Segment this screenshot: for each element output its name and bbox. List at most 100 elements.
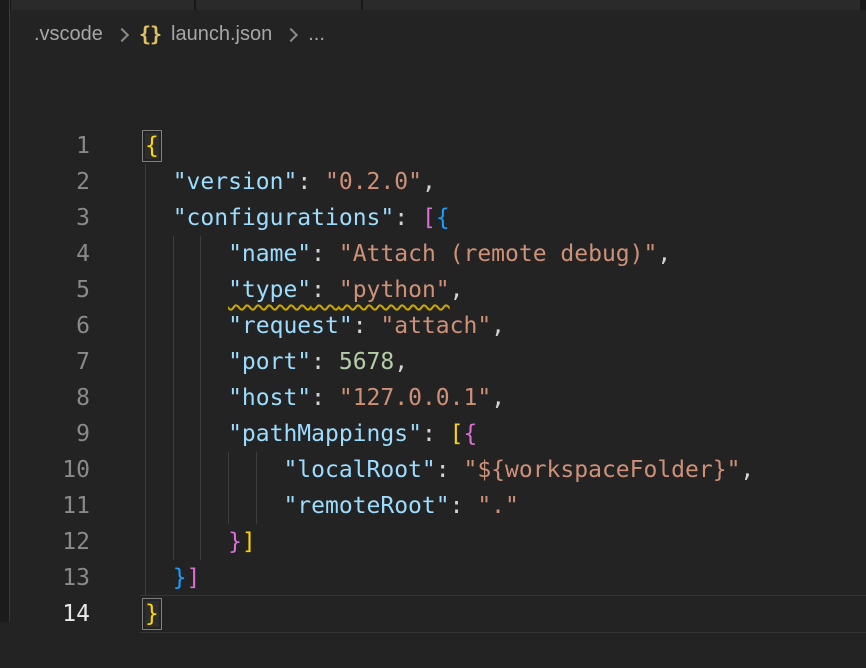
code-text: }] (90, 524, 256, 560)
breadcrumb-item-folder[interactable]: .vscode (34, 23, 103, 46)
code-token: "." (477, 493, 519, 519)
code-line[interactable]: 12 }] (10, 524, 866, 560)
indent-guide (173, 452, 201, 488)
code-text: "host": "127.0.0.1", (90, 380, 505, 416)
code-token: , (740, 457, 754, 483)
indent-guide (145, 344, 173, 380)
chevron-right-icon (115, 28, 127, 40)
code-line[interactable]: 2 "version": "0.2.0", (10, 164, 866, 200)
indent-guide (256, 488, 284, 524)
indent-guide (145, 236, 173, 272)
code-token: { (436, 205, 450, 231)
indent-guide (173, 488, 201, 524)
line-number[interactable]: 9 (10, 416, 90, 452)
breadcrumb: .vscode {} launch.json ... (10, 12, 866, 56)
code-line[interactable]: 14} (10, 596, 866, 632)
code-token: : (422, 421, 450, 447)
code-line[interactable]: 7 "port": 5678, (10, 344, 866, 380)
indent-guide (145, 560, 173, 596)
breadcrumb-ellipsis[interactable]: ... (308, 23, 325, 46)
code-token: ] (187, 565, 201, 591)
line-number[interactable]: 11 (10, 488, 90, 524)
indent-guide (173, 308, 201, 344)
code-token: [ (450, 421, 464, 447)
code-line[interactable]: 5 "type": "python", (10, 272, 866, 308)
code-line[interactable]: 13 }] (10, 560, 866, 596)
line-number[interactable]: 10 (10, 452, 90, 488)
code-line[interactable]: 6 "request": "attach", (10, 308, 866, 344)
indent-guide (173, 272, 201, 308)
json-braces-icon: {} (139, 22, 161, 46)
code-token: 5678 (339, 349, 394, 375)
indent-guide (173, 236, 201, 272)
code-token: } (173, 565, 187, 591)
code-token: : (311, 241, 339, 267)
code-line[interactable]: 11 "remoteRoot": "." (10, 488, 866, 524)
indent-guide (145, 452, 173, 488)
indent-guide (200, 236, 228, 272)
indent-guide (145, 200, 173, 236)
code-token: , (394, 349, 408, 375)
tab-bar-strip[interactable] (0, 0, 866, 10)
indent-guide (145, 416, 173, 452)
code-token: : (394, 205, 422, 231)
code-token: } (228, 529, 242, 555)
indent-guide (173, 524, 201, 560)
code-text: "version": "0.2.0", (90, 164, 436, 200)
code-area: 1{2 "version": "0.2.0",3 "configurations… (10, 128, 866, 632)
breadcrumb-item-file[interactable]: launch.json (171, 23, 272, 46)
line-number[interactable]: 12 (10, 524, 90, 560)
line-number[interactable]: 2 (10, 164, 90, 200)
indent-guide (200, 272, 228, 308)
tab-strip-end (860, 0, 866, 10)
code-editor[interactable]: 1{2 "version": "0.2.0",3 "configurations… (10, 56, 866, 622)
indent-guide (200, 380, 228, 416)
code-text: "configurations": [{ (90, 200, 450, 236)
code-token: "attach" (380, 313, 491, 339)
code-text: "name": "Attach (remote debug)", (90, 236, 671, 272)
tab-separator (361, 0, 363, 10)
line-number[interactable]: 1 (10, 128, 90, 164)
code-token: : (353, 313, 381, 339)
indent-guide (256, 452, 284, 488)
code-text: "remoteRoot": "." (90, 488, 519, 524)
code-line[interactable]: 3 "configurations": [{ (10, 200, 866, 236)
line-number[interactable]: 7 (10, 344, 90, 380)
indent-guide (200, 452, 228, 488)
code-token: "type" (228, 277, 311, 303)
code-token: [ (422, 205, 436, 231)
code-token: "0.2.0" (325, 169, 422, 195)
indent-guide (145, 380, 173, 416)
code-line[interactable]: 9 "pathMappings": [{ (10, 416, 866, 452)
code-token: : (311, 277, 339, 303)
code-line[interactable]: 4 "name": "Attach (remote debug)", (10, 236, 866, 272)
code-text: { (90, 128, 159, 164)
indent-guide (145, 272, 173, 308)
code-text: "port": 5678, (90, 344, 408, 380)
code-token: { (464, 421, 478, 447)
indent-guide (228, 488, 256, 524)
line-number[interactable]: 3 (10, 200, 90, 236)
line-number[interactable]: 8 (10, 380, 90, 416)
indent-guide (228, 452, 256, 488)
line-number[interactable]: 14 (10, 596, 90, 632)
code-token: , (657, 241, 671, 267)
warning-squiggle: "type": "python" (228, 277, 450, 303)
indent-guide (200, 524, 228, 560)
line-number[interactable]: 4 (10, 236, 90, 272)
code-line[interactable]: 8 "host": "127.0.0.1", (10, 380, 866, 416)
code-token: : (311, 385, 339, 411)
code-line[interactable]: 1{ (10, 128, 866, 164)
code-token: , (450, 277, 464, 303)
line-number[interactable]: 6 (10, 308, 90, 344)
left-rail (0, 0, 10, 622)
line-number[interactable]: 13 (10, 560, 90, 596)
code-token: "remoteRoot" (283, 493, 449, 519)
indent-guide (145, 164, 173, 200)
code-token: "configurations" (173, 205, 395, 231)
code-token: , (491, 385, 505, 411)
indent-guide (200, 308, 228, 344)
code-line[interactable]: 10 "localRoot": "${workspaceFolder}", (10, 452, 866, 488)
code-text: "localRoot": "${workspaceFolder}", (90, 452, 754, 488)
line-number[interactable]: 5 (10, 272, 90, 308)
